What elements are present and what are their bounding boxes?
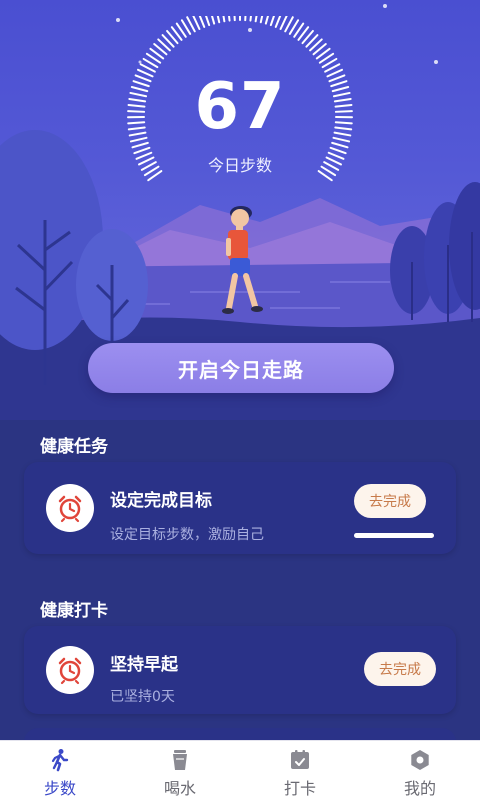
profile-icon (411, 750, 429, 770)
gauge-tick (274, 16, 282, 28)
gauge-tick (244, 16, 247, 22)
gauge-tick (204, 16, 211, 27)
start-walking-button[interactable]: 开启今日走路 (88, 343, 394, 393)
nav-label: 我的 (403, 779, 436, 798)
nav-item-water[interactable]: 喝水 (120, 741, 240, 800)
checkin-subtitle: 已坚持0天 (110, 689, 175, 705)
gauge-tick (228, 16, 231, 22)
checkin-card: 坚持早起 已坚持0天 去完成 (24, 626, 456, 714)
step-label: 今日步数 (207, 156, 272, 175)
gauge-tick (198, 16, 206, 28)
walking-icon (51, 749, 69, 772)
gauge-tick (249, 16, 252, 22)
gauge-tick (216, 16, 221, 24)
gauge-tick (264, 16, 270, 25)
gauge-tick (233, 16, 236, 22)
task-subtitle: 设定目标步数，激励自己 (110, 527, 264, 543)
nav-label: 打卡 (283, 779, 316, 798)
task-card: 设定完成目标 设定目标步数，激励自己 去完成 (24, 462, 456, 554)
nav-item-profile[interactable]: 我的 (360, 741, 480, 800)
step-count: 67 (194, 70, 286, 144)
cup-icon (173, 750, 187, 770)
alarm-clock-icon (46, 646, 94, 694)
alarm-clock-icon (46, 484, 94, 532)
checkin-section-title: 健康打卡 (40, 601, 108, 621)
checkin-complete-button[interactable]: 去完成 (364, 652, 436, 686)
gauge-tick (222, 16, 226, 23)
task-complete-button[interactable]: 去完成 (354, 484, 426, 518)
gauge-tick (259, 16, 264, 24)
nav-label: 喝水 (163, 779, 196, 798)
nav-label: 步数 (43, 779, 76, 798)
nav-item-checkin[interactable]: 打卡 (240, 741, 360, 800)
checkin-title: 坚持早起 (110, 655, 178, 675)
nav-item-steps[interactable]: 步数 (0, 741, 120, 800)
task-progress-bar (354, 533, 434, 538)
task-title: 设定完成目标 (110, 491, 212, 511)
bottom-nav: 步数 喝水 打卡 我的 (0, 740, 480, 800)
gauge-tick (254, 16, 258, 23)
task-progress-fill (354, 533, 434, 538)
calendar-check-icon (291, 750, 309, 769)
gauge-tick (210, 16, 216, 25)
tasks-section-title: 健康任务 (40, 437, 108, 457)
gauge-tick (192, 16, 201, 30)
gauge-tick (269, 16, 276, 27)
gauge-tick (279, 16, 288, 30)
